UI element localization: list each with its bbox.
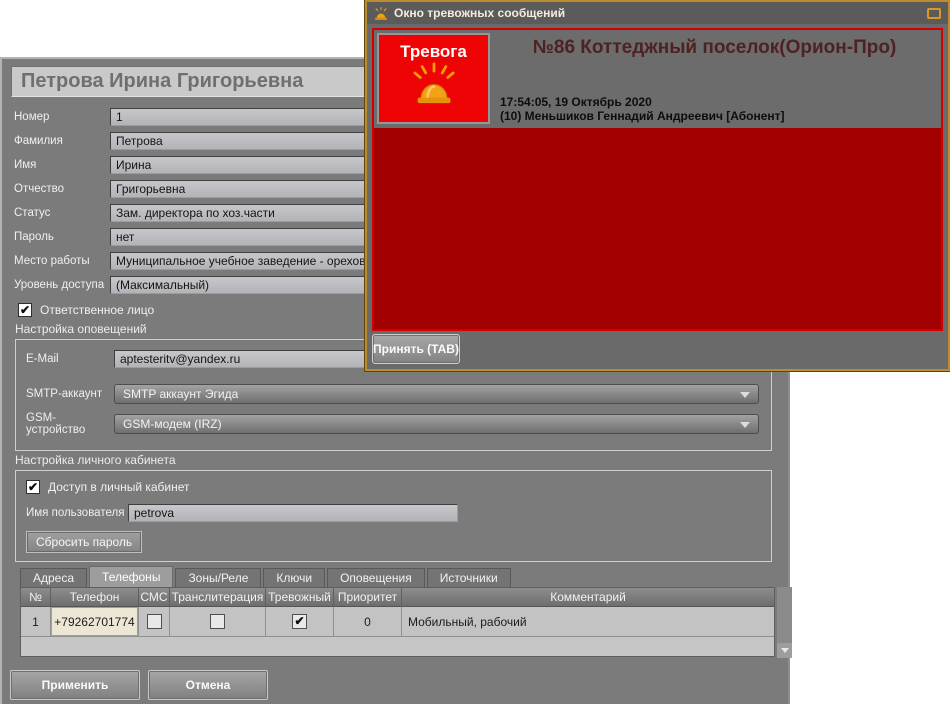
smtp-account-select[interactable]: SMTP аккаунт Эгида	[114, 384, 759, 404]
alarm-event-title: №86 Коттеджный поселок(Орион-Про)	[494, 37, 935, 59]
responsible-person-checkbox-row: ✔ Ответственное лицо	[18, 303, 154, 317]
field-label: Место работы	[14, 255, 110, 267]
gsm-device-value: GSM-модем (IRZ)	[123, 417, 222, 431]
field-label: Уровень доступа	[14, 279, 110, 291]
header-comment[interactable]: Комментарий	[402, 588, 774, 607]
username-label: Имя пользователя	[26, 507, 128, 519]
phones-table: № Телефон СМС Транслитерация Тревожный П…	[20, 587, 775, 657]
alarm-message-header: Тревога №86 Коттеджный поселок(Орион-Про…	[374, 30, 941, 128]
alarm-event-meta: 17:54:05, 19 Октябрь 2020 (10) Меньшиков…	[500, 95, 785, 123]
row-comment-cell[interactable]: Мобильный, рабочий	[402, 607, 774, 637]
field-label: Имя	[14, 159, 110, 171]
siren-icon	[410, 62, 458, 104]
maximize-button[interactable]	[927, 8, 941, 19]
tab-addresses[interactable]: Адреса	[20, 568, 87, 587]
tab-keys[interactable]: Ключи	[263, 568, 325, 587]
header-phone[interactable]: Телефон	[51, 588, 139, 607]
row-num-cell[interactable]: 1	[21, 607, 51, 637]
smtp-label: SMTP-аккаунт	[26, 388, 114, 400]
chevron-down-icon	[740, 422, 750, 428]
cabinet-group-title: Настройка личного кабинета	[15, 453, 176, 467]
gsm-label: GSM-устройство	[26, 412, 114, 436]
tab-phones[interactable]: Телефоны	[89, 566, 173, 587]
field-label: Пароль	[14, 231, 110, 243]
alarm-status-label: Тревога	[379, 42, 488, 62]
alarm-window-title: Окно тревожных сообщений	[394, 6, 565, 20]
alarm-details-area	[374, 128, 941, 329]
tab-zones-relays[interactable]: Зоны/Реле	[175, 568, 261, 587]
alarm-message-panel: Тревога №86 Коттеджный поселок(Орион-Про…	[372, 28, 943, 331]
gsm-device-select[interactable]: GSM-модем (IRZ)	[114, 414, 759, 434]
row-alarm-cell: ✔	[266, 607, 334, 637]
field-label: Номер	[14, 111, 110, 123]
email-label: E-Mail	[26, 353, 114, 365]
smtp-row: SMTP-аккаунт SMTP аккаунт Эгида	[26, 384, 759, 404]
bottom-tab-bar: Адреса Телефоны Зоны/Реле Ключи Оповещен…	[20, 566, 511, 587]
alarm-window-titlebar[interactable]: Окно тревожных сообщений	[367, 2, 948, 24]
table-vertical-scrollbar[interactable]	[777, 587, 792, 658]
field-label: Статус	[14, 207, 110, 219]
reset-password-button[interactable]: Сбросить пароль	[26, 531, 142, 553]
cabinet-access-label: Доступ в личный кабинет	[48, 480, 190, 494]
tab-notifications[interactable]: Оповещения	[327, 568, 425, 587]
alarm-event-subscriber: (10) Меньшиков Геннадий Андреевич [Абоне…	[500, 109, 785, 123]
alarm-messages-window: Окно тревожных сообщений Тревога	[365, 0, 950, 371]
cabinet-access-checkbox-row: ✔ Доступ в личный кабинет	[26, 480, 759, 494]
field-label: Фамилия	[14, 135, 110, 147]
scroll-down-button[interactable]	[777, 643, 792, 658]
cancel-button[interactable]: Отмена	[148, 670, 268, 700]
field-label: Отчество	[14, 183, 110, 195]
header-translit[interactable]: Транслитерация	[170, 588, 266, 607]
smtp-account-value: SMTP аккаунт Эгида	[123, 387, 238, 401]
row-translit-cell	[170, 607, 266, 637]
responsible-person-label: Ответственное лицо	[40, 303, 154, 317]
accept-alarm-button[interactable]: Принять (TAB)	[372, 334, 460, 364]
header-priority[interactable]: Приоритет	[334, 588, 402, 607]
header-alarm[interactable]: Тревожный	[266, 588, 334, 607]
header-sms[interactable]: СМС	[139, 588, 170, 607]
translit-checkbox[interactable]	[210, 614, 225, 629]
cabinet-access-checkbox[interactable]: ✔	[26, 480, 40, 494]
alarm-event-time: 17:54:05, 19 Октябрь 2020	[500, 95, 785, 109]
cabinet-group: ✔ Доступ в личный кабинет Имя пользовате…	[15, 470, 772, 562]
chevron-down-icon	[740, 392, 750, 398]
gsm-row: GSM-устройство GSM-модем (IRZ)	[26, 412, 759, 436]
row-priority-cell[interactable]: 0	[334, 607, 402, 637]
username-row: Имя пользователя petrova	[26, 504, 759, 522]
sms-checkbox[interactable]	[147, 614, 162, 629]
siren-icon	[374, 7, 388, 20]
row-sms-cell	[139, 607, 170, 637]
tab-sources[interactable]: Источники	[427, 568, 511, 587]
table-row[interactable]: 1 +79262701774 ✔ 0 Мобильный, рабочий	[21, 607, 774, 637]
row-phone-cell[interactable]: +79262701774	[51, 607, 139, 637]
notifications-group-title: Настройка оповещений	[15, 322, 147, 336]
phones-table-header: № Телефон СМС Транслитерация Тревожный П…	[21, 588, 774, 607]
username-field[interactable]: petrova	[128, 504, 458, 522]
alarm-status-box: Тревога	[377, 33, 490, 124]
header-num[interactable]: №	[21, 588, 51, 607]
alarm-checkbox[interactable]: ✔	[292, 614, 307, 629]
apply-button[interactable]: Применить	[10, 670, 140, 700]
arrow-down-icon	[781, 648, 789, 653]
responsible-person-checkbox[interactable]: ✔	[18, 303, 32, 317]
table-empty-area	[21, 637, 774, 656]
